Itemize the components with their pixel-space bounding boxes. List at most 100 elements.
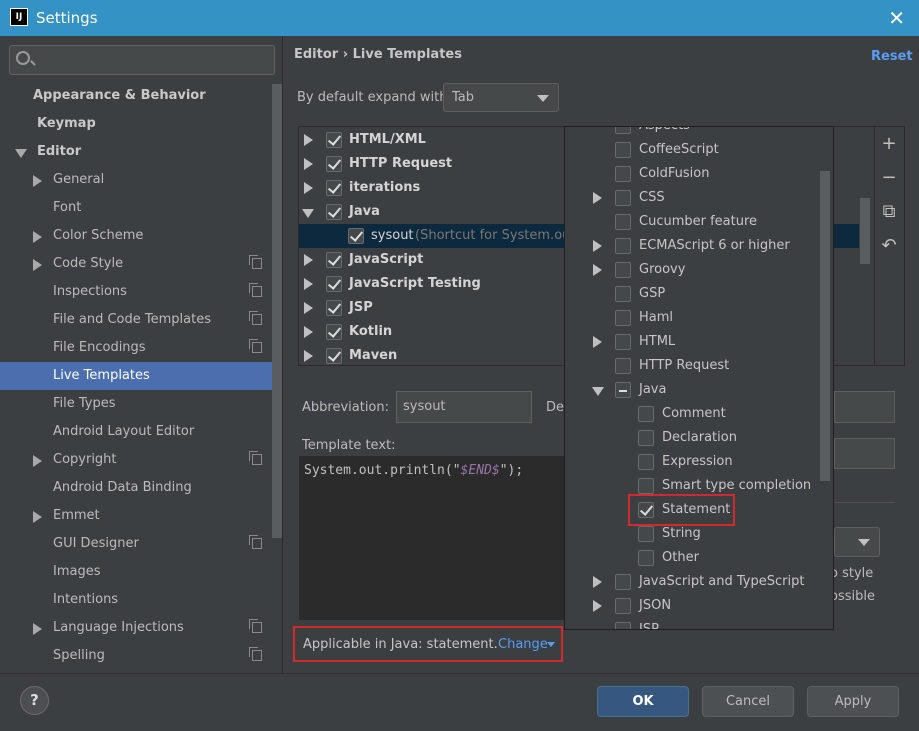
- edit-variables-field[interactable]: [834, 438, 895, 469]
- context-item-coldfusion[interactable]: ColdFusion: [565, 162, 820, 186]
- context-item-javascript-and-typescript[interactable]: JavaScript and TypeScript: [565, 570, 820, 594]
- checkbox[interactable]: [326, 204, 342, 220]
- sidebar-item-language-injections[interactable]: Language Injections: [0, 614, 272, 642]
- context-item-gsp[interactable]: GSP: [565, 282, 820, 306]
- checkbox[interactable]: [326, 180, 342, 196]
- chevron-right-icon[interactable]: [33, 623, 42, 635]
- chevron-right-icon[interactable]: [304, 182, 313, 194]
- context-item-ecmascript-6-or-higher[interactable]: ECMAScript 6 or higher: [565, 234, 820, 258]
- sidebar-item-gui-designer[interactable]: GUI Designer: [0, 530, 272, 558]
- context-item-coffeescript[interactable]: CoffeeScript: [565, 138, 820, 162]
- checkbox[interactable]: [638, 430, 654, 446]
- expand-with-select[interactable]: Tab: [443, 83, 559, 112]
- chevron-right-icon[interactable]: [304, 350, 313, 362]
- context-item-groovy[interactable]: Groovy: [565, 258, 820, 282]
- context-item-css[interactable]: CSS: [565, 186, 820, 210]
- chevron-right-icon[interactable]: [593, 336, 602, 348]
- cancel-button[interactable]: Cancel: [702, 686, 794, 717]
- sidebar-item-android-layout-editor[interactable]: Android Layout Editor: [0, 418, 272, 446]
- tree-scrollbar[interactable]: [860, 198, 870, 264]
- sidebar-item-intentions[interactable]: Intentions: [0, 586, 272, 614]
- sidebar-item-font[interactable]: Font: [0, 194, 272, 222]
- checkbox[interactable]: [638, 406, 654, 422]
- change-link[interactable]: Change: [498, 637, 548, 652]
- checkbox[interactable]: [326, 324, 342, 340]
- context-item-expression[interactable]: Expression: [565, 450, 820, 474]
- restore-icon[interactable]: ↶: [875, 235, 903, 256]
- checkbox[interactable]: [638, 550, 654, 566]
- context-item-cucumber-feature[interactable]: Cucumber feature: [565, 210, 820, 234]
- sidebar-item-general[interactable]: General: [0, 166, 272, 194]
- checkbox[interactable]: [615, 334, 631, 350]
- context-item-aspects[interactable]: Aspects: [565, 127, 820, 138]
- checkbox[interactable]: [326, 132, 342, 148]
- expand-option-select[interactable]: [834, 527, 880, 557]
- context-item-json[interactable]: JSON: [565, 594, 820, 618]
- context-item-jsp[interactable]: JSP: [565, 618, 820, 629]
- copy-icon[interactable]: ⧉: [875, 201, 903, 222]
- chevron-right-icon[interactable]: [593, 192, 602, 204]
- checkbox[interactable]: [615, 262, 631, 278]
- chevron-right-icon[interactable]: [593, 576, 602, 588]
- checkbox[interactable]: [638, 526, 654, 542]
- chevron-down-icon[interactable]: [302, 209, 314, 218]
- sidebar-item-file-and-code-templates[interactable]: File and Code Templates: [0, 306, 272, 334]
- checkbox[interactable]: [615, 190, 631, 206]
- sidebar-scrollbar[interactable]: [272, 84, 282, 538]
- checkbox[interactable]: [615, 358, 631, 374]
- context-item-declaration[interactable]: Declaration: [565, 426, 820, 450]
- checkbox[interactable]: [615, 310, 631, 326]
- close-icon[interactable]: ✕: [888, 6, 905, 30]
- sidebar-item-spelling[interactable]: Spelling: [0, 642, 272, 670]
- checkbox[interactable]: [348, 228, 364, 244]
- context-item-java[interactable]: Java: [565, 378, 820, 402]
- reset-link[interactable]: Reset: [871, 49, 913, 64]
- checkbox[interactable]: [615, 598, 631, 614]
- chevron-right-icon[interactable]: [33, 231, 42, 243]
- search-input[interactable]: [9, 45, 275, 75]
- sidebar-item-file-types[interactable]: File Types: [0, 390, 272, 418]
- checkbox[interactable]: [615, 622, 631, 629]
- sidebar-item-android-data-binding[interactable]: Android Data Binding: [0, 474, 272, 502]
- sidebar-item-emmet[interactable]: Emmet: [0, 502, 272, 530]
- chevron-right-icon[interactable]: [304, 158, 313, 170]
- sidebar-item-color-scheme[interactable]: Color Scheme: [0, 222, 272, 250]
- sidebar-item-live-templates[interactable]: Live Templates: [0, 362, 272, 390]
- context-item-haml[interactable]: Haml: [565, 306, 820, 330]
- sidebar-item-keymap[interactable]: Keymap: [0, 110, 272, 138]
- checkbox[interactable]: [615, 214, 631, 230]
- ok-button[interactable]: OK: [597, 686, 689, 717]
- checkbox[interactable]: [326, 300, 342, 316]
- context-item-comment[interactable]: Comment: [565, 402, 820, 426]
- checkbox[interactable]: [326, 348, 342, 364]
- context-item-http-request[interactable]: HTTP Request: [565, 354, 820, 378]
- sidebar-item-editor[interactable]: Editor: [0, 138, 272, 166]
- sidebar-item-appearance-behavior[interactable]: Appearance & Behavior: [0, 82, 272, 110]
- checkbox[interactable]: [326, 276, 342, 292]
- chevron-right-icon[interactable]: [304, 134, 313, 146]
- chevron-right-icon[interactable]: [593, 600, 602, 612]
- context-item-html[interactable]: HTML: [565, 330, 820, 354]
- chevron-right-icon[interactable]: [304, 302, 313, 314]
- checkbox[interactable]: [615, 286, 631, 302]
- chevron-right-icon[interactable]: [593, 264, 602, 276]
- chevron-right-icon[interactable]: [33, 259, 42, 271]
- context-item-other[interactable]: Other: [565, 546, 820, 570]
- description-field[interactable]: [834, 391, 895, 423]
- checkbox[interactable]: [326, 252, 342, 268]
- chevron-down-icon[interactable]: [592, 387, 604, 396]
- checkbox[interactable]: [615, 574, 631, 590]
- sidebar-item-file-encodings[interactable]: File Encodings: [0, 334, 272, 362]
- add-icon[interactable]: +: [875, 133, 903, 154]
- sidebar-item-copyright[interactable]: Copyright: [0, 446, 272, 474]
- checkbox[interactable]: [638, 454, 654, 470]
- template-text-editor[interactable]: System.out.println("$END$");: [298, 455, 570, 621]
- checkbox[interactable]: [615, 382, 631, 398]
- checkbox[interactable]: [638, 478, 654, 494]
- checkbox[interactable]: [326, 156, 342, 172]
- sidebar-item-images[interactable]: Images: [0, 558, 272, 586]
- checkbox[interactable]: [615, 142, 631, 158]
- chevron-right-icon[interactable]: [33, 175, 42, 187]
- abbreviation-field[interactable]: sysout: [396, 391, 532, 423]
- popup-scrollbar[interactable]: [820, 171, 830, 481]
